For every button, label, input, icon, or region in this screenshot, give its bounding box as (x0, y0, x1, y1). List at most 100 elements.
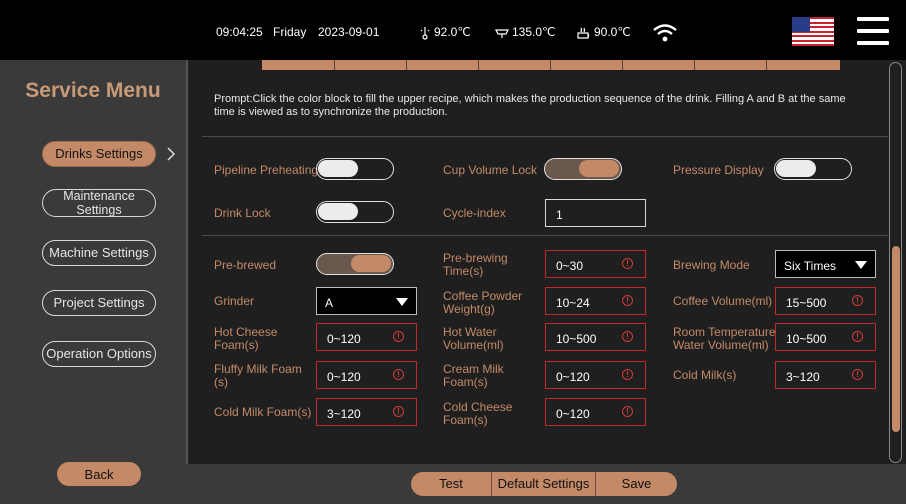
brewing-mode-select[interactable]: Six Times (775, 250, 876, 278)
coffee-powder-weight-value: 10~24 (556, 296, 590, 310)
settings-panel: Prompt:Click the color block to fill the… (186, 60, 906, 464)
cold-cheese-foam-label: Cold Cheese Foam(s) (443, 400, 513, 427)
grinder-value: A (325, 296, 334, 310)
dropdown-arrow-icon (855, 261, 867, 269)
hot-water-volume-label: Hot Water Volume(ml) (443, 325, 504, 352)
sidebar-item-maintenance-settings[interactable]: Maintenance Settings (42, 189, 156, 217)
warning-icon: ! (393, 406, 404, 417)
us-flag-icon[interactable] (792, 17, 834, 46)
room-temperature-water-volume-value: 10~500 (786, 332, 827, 346)
cream-milk-foam-input[interactable]: 0~120! (545, 361, 646, 389)
divider (202, 136, 888, 137)
prompt-text: Prompt:Click the color block to fill the… (214, 93, 846, 118)
cycle-index-value: 1 (556, 208, 563, 222)
pre-brewing-time-input[interactable]: 0~30! (545, 250, 646, 278)
divider (202, 235, 888, 236)
warning-icon: ! (393, 331, 404, 342)
cold-milk-input[interactable]: 3~120! (775, 361, 876, 389)
cream-milk-foam-value: 0~120 (556, 370, 590, 384)
pressure-display-label: Pressure Display (673, 163, 764, 177)
scrollbar[interactable] (889, 62, 902, 463)
brewing-mode-label: Brewing Mode (673, 258, 750, 272)
cold-milk-label: Cold Milk(s) (673, 368, 737, 382)
save-button[interactable]: Save (596, 472, 677, 496)
action-bar: Test Default Settings Save (186, 464, 906, 504)
sidebar-item-operation-options[interactable]: Operation Options (42, 341, 156, 367)
thermometer-icon (418, 25, 434, 40)
cup-volume-lock-toggle[interactable] (544, 158, 622, 180)
sidebar: Service Menu Drinks Settings Maintenance… (0, 60, 186, 504)
water-temp-value: 90.0℃ (594, 25, 631, 39)
cycle-index-input[interactable]: 1 (545, 199, 646, 227)
boiler-temp: 92.0℃ (418, 0, 471, 60)
warning-icon: ! (852, 369, 863, 380)
steam-icon (494, 25, 512, 39)
test-button[interactable]: Test (411, 472, 491, 496)
sidebar-item-project-settings[interactable]: Project Settings (42, 290, 156, 316)
clock-time: 09:04:25 (216, 25, 263, 39)
pressure-display-toggle[interactable] (774, 158, 852, 180)
cycle-index-label: Cycle-index (443, 206, 506, 220)
hot-water-volume-value: 10~500 (556, 332, 597, 346)
wifi-icon[interactable] (652, 0, 680, 60)
room-temperature-water-volume-input[interactable]: 10~500! (775, 323, 876, 351)
fluffy-milk-foam-value: 0~120 (327, 370, 361, 384)
drink-lock-toggle[interactable] (316, 201, 394, 223)
cold-milk-value: 3~120 (786, 370, 820, 384)
cup-volume-lock-label: Cup Volume Lock (443, 163, 538, 177)
boiler-temp-value: 92.0℃ (434, 25, 471, 39)
chevron-right-icon (167, 147, 176, 161)
day-of-week: Friday (273, 25, 307, 39)
pre-brewed-label: Pre-brewed (214, 258, 277, 272)
pre-brewing-time-value: 0~30 (556, 259, 584, 273)
grinder-label: Grinder (214, 294, 255, 308)
coffee-volume-input[interactable]: 15~500! (775, 287, 876, 315)
cold-cheese-foam-input[interactable]: 0~120! (545, 398, 646, 426)
back-button[interactable]: Back (57, 462, 141, 486)
date: 2023-09-01 (318, 25, 380, 39)
recipe-sequence-strip[interactable] (262, 60, 840, 70)
water-temp: 90.0℃ (576, 0, 631, 60)
warning-icon: ! (622, 258, 633, 269)
brewing-mode-value: Six Times (784, 259, 837, 273)
cold-cheese-foam-value: 0~120 (556, 407, 590, 421)
action-button-group: Test Default Settings Save (411, 472, 677, 496)
sidebar-item-drinks-settings[interactable]: Drinks Settings (42, 141, 156, 167)
status-bar: 09:04:25 Friday 2023-09-01 92.0℃ 135.0℃ … (0, 0, 906, 60)
menu-icon[interactable] (857, 17, 889, 45)
hot-cheese-foam-input[interactable]: 0~120! (316, 323, 417, 351)
default-settings-button[interactable]: Default Settings (492, 472, 595, 496)
scrollbar-thumb[interactable] (892, 246, 900, 432)
warning-icon: ! (852, 331, 863, 342)
hot-cheese-foam-label: Hot Cheese Foam(s) (214, 325, 278, 352)
fluffy-milk-foam-label: Fluffy Milk Foam (s) (214, 362, 302, 389)
pre-brewed-toggle[interactable] (316, 253, 394, 275)
grinder-select[interactable]: A (316, 287, 417, 315)
warning-icon: ! (393, 369, 404, 380)
room-temperature-water-volume-label: Room Temperature Water Volume(ml) (673, 325, 776, 352)
pipeline-preheating-label: Pipeline Preheating (214, 163, 319, 177)
coffee-powder-weight-label: Coffee Powder Weight(g) (443, 289, 523, 316)
sidebar-title: Service Menu (25, 79, 161, 102)
fluffy-milk-foam-input[interactable]: 0~120! (316, 361, 417, 389)
warning-icon: ! (622, 406, 633, 417)
warning-icon: ! (622, 295, 633, 306)
steam-temp-value: 135.0℃ (512, 25, 556, 39)
coffee-powder-weight-input[interactable]: 10~24! (545, 287, 646, 315)
coffee-volume-label: Coffee Volume(ml) (673, 294, 773, 308)
warning-icon: ! (852, 295, 863, 306)
steam-temp: 135.0℃ (494, 0, 556, 60)
drink-lock-label: Drink Lock (214, 206, 271, 220)
pipeline-preheating-toggle[interactable] (316, 158, 394, 180)
cold-milk-foam-label: Cold Milk Foam(s) (214, 405, 312, 419)
sidebar-item-machine-settings[interactable]: Machine Settings (42, 240, 156, 266)
cold-milk-foam-value: 3~120 (327, 407, 361, 421)
hot-water-volume-input[interactable]: 10~500! (545, 323, 646, 351)
hot-cheese-foam-value: 0~120 (327, 332, 361, 346)
cup-icon (576, 25, 594, 39)
warning-icon: ! (622, 369, 633, 380)
cream-milk-foam-label: Cream Milk Foam(s) (443, 362, 504, 389)
cold-milk-foam-input[interactable]: 3~120! (316, 398, 417, 426)
pre-brewing-time-label: Pre-brewing Time(s) (443, 251, 508, 278)
coffee-volume-value: 15~500 (786, 296, 827, 310)
